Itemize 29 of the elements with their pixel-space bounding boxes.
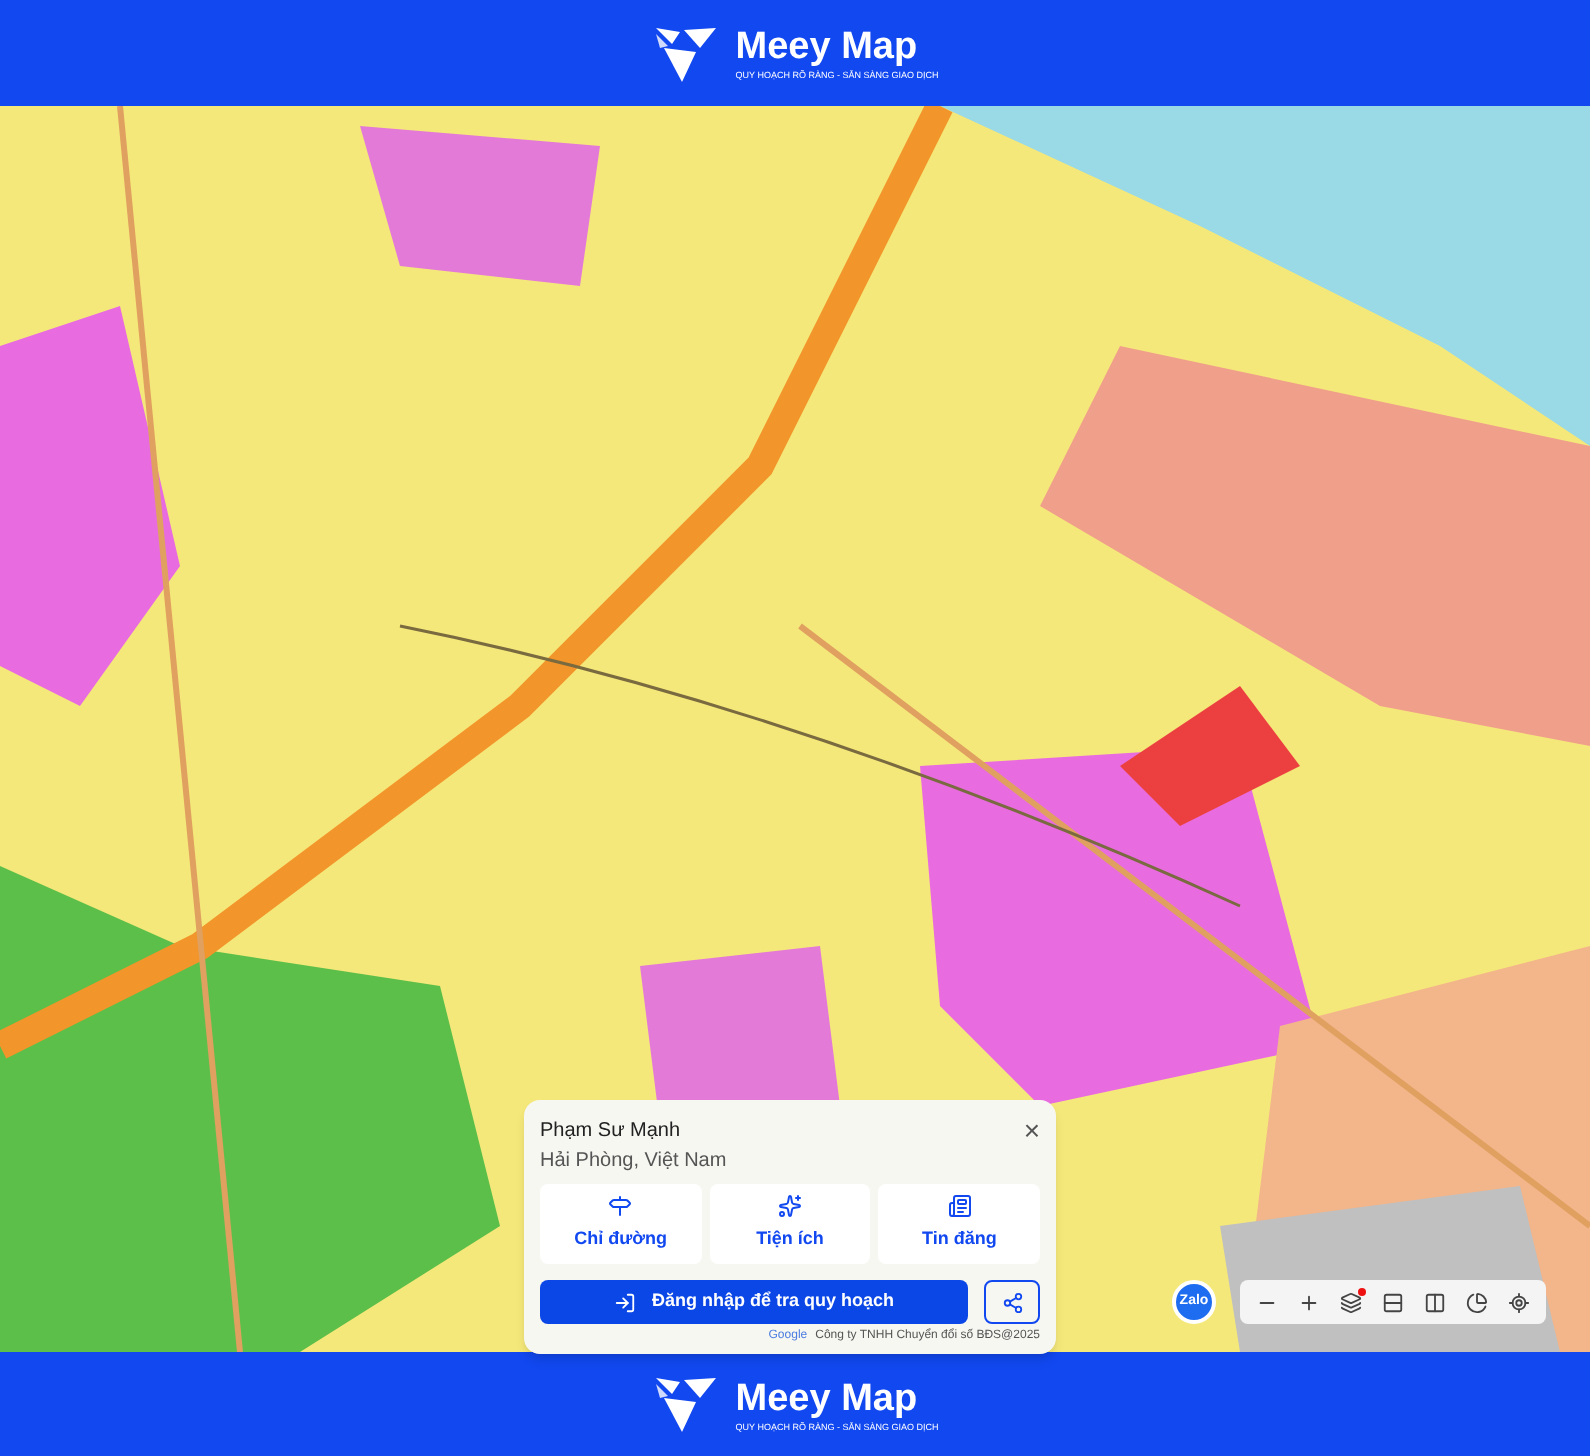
- login-button[interactable]: Đăng nhập để tra quy hoạch: [540, 1280, 968, 1324]
- logo-icon: [651, 23, 720, 83]
- sparkle-icon: [777, 1194, 802, 1219]
- layers-button[interactable]: [1340, 1291, 1362, 1313]
- action-button[interactable]: Tin đăng: [878, 1184, 1040, 1264]
- columns-icon: [1424, 1291, 1446, 1313]
- brand-name: Meey Map: [735, 1375, 920, 1422]
- rows-button[interactable]: [1382, 1291, 1404, 1313]
- locate-icon: [1508, 1291, 1530, 1313]
- locate-button[interactable]: [1508, 1291, 1530, 1313]
- logo-icon: [651, 1374, 720, 1434]
- columns-button[interactable]: [1424, 1291, 1446, 1313]
- zoom-in-icon: [1298, 1291, 1320, 1313]
- zoom-in-button[interactable]: [1298, 1291, 1320, 1313]
- close-button[interactable]: ×: [1023, 1116, 1040, 1144]
- signpost-icon: [608, 1194, 633, 1219]
- share-icon: [1001, 1291, 1023, 1313]
- action-button[interactable]: Chỉ đường: [540, 1184, 702, 1264]
- action-button[interactable]: Tiện ích: [709, 1184, 871, 1264]
- brand-name: Meey Map: [735, 24, 920, 70]
- pie-chart-button[interactable]: [1466, 1291, 1488, 1313]
- rows-icon: [1382, 1291, 1404, 1313]
- newspaper-icon: [947, 1194, 972, 1219]
- place-title: Phạm Sư Mạnh: [540, 1118, 683, 1146]
- share-button[interactable]: [984, 1280, 1040, 1324]
- login-icon: [613, 1291, 636, 1313]
- pie-chart-icon: [1466, 1291, 1488, 1313]
- place-subtitle: Hải Phòng, Việt Nam: [540, 1148, 727, 1176]
- layers-icon: [1340, 1291, 1362, 1313]
